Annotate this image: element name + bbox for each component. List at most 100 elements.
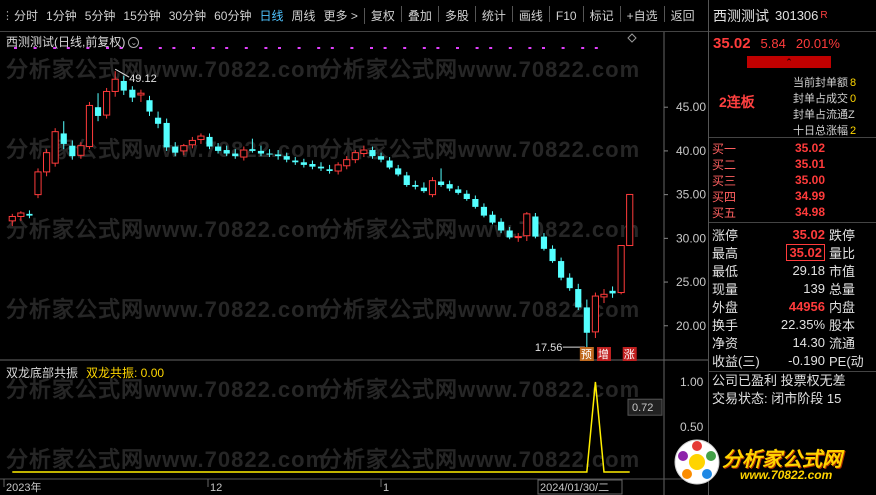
- candle-body: [8, 215, 16, 222]
- candle-body: [85, 104, 94, 148]
- company-notes: 公司已盈利 投票权无差 交易状态: 闭市阶段 15: [709, 372, 876, 408]
- stat-label-2: 总量: [829, 281, 856, 297]
- collapse-icon[interactable]: ⌄: [128, 37, 140, 49]
- stat-value-cell: 139: [747, 281, 825, 296]
- bid-row[interactable]: 买四 34.99: [709, 188, 876, 204]
- candle-body: [163, 122, 170, 148]
- price-change: 5.84: [760, 35, 786, 51]
- stat-row: 外盘 44956 内盘: [709, 297, 876, 315]
- top-marker-dot: [456, 47, 459, 49]
- candle-body: [463, 193, 470, 199]
- period-tab[interactable]: 周线: [287, 6, 319, 26]
- stat-label-2: 量比: [829, 245, 856, 261]
- candle-body: [489, 214, 496, 223]
- period-tab[interactable]: 5分钟: [81, 6, 120, 26]
- period-tab[interactable]: 1分钟: [42, 6, 81, 26]
- stat-label: 现量: [712, 281, 739, 297]
- seal-row-value: 2: [850, 125, 857, 137]
- indicator-value: 双龙共振: 0.00: [86, 366, 165, 380]
- stat-value-cell: 35.02: [747, 243, 825, 261]
- y-axis-label: 35.00: [676, 188, 706, 202]
- top-marker-dot: [278, 47, 281, 49]
- top-marker-dot: [561, 47, 565, 49]
- last-price: 35.02: [713, 34, 751, 52]
- toolbar-divider: [511, 5, 513, 22]
- bid-label: 买五: [712, 205, 737, 220]
- candle-body: [43, 152, 51, 173]
- top-marker-dot: [330, 47, 334, 49]
- top-marker-dot: [172, 47, 176, 49]
- tool-button[interactable]: 画线: [515, 6, 547, 26]
- tool-button[interactable]: F10: [552, 6, 581, 26]
- period-tab[interactable]: 15分钟: [119, 6, 164, 26]
- tool-button[interactable]: 返回: [667, 6, 699, 26]
- top-marker-dot: [297, 47, 301, 49]
- price-change-pct: 20.01%: [795, 35, 840, 51]
- bid-price: 34.99: [794, 189, 825, 203]
- candle-body: [249, 149, 256, 151]
- stock-code: 301306: [775, 8, 819, 23]
- bid-row[interactable]: 买五 34.98: [709, 204, 876, 220]
- stat-label-2: 股本: [829, 317, 856, 333]
- candle-body: [69, 145, 76, 157]
- stat-value: -0.190: [788, 352, 825, 368]
- candle-body: [240, 149, 248, 158]
- chart-title-text: 西测测试(日线,前复权): [6, 35, 126, 49]
- limit-streak: 2连板: [719, 94, 755, 110]
- high-label: 49.12: [129, 73, 157, 85]
- period-tab[interactable]: 更多 >: [320, 6, 362, 26]
- candle-body: [197, 135, 205, 141]
- candle-body: [412, 185, 419, 187]
- period-tab[interactable]: 分时: [10, 6, 42, 26]
- candle-body: [591, 295, 599, 333]
- stat-row: 换手 22.35% 股本: [709, 315, 876, 333]
- tool-button[interactable]: +自选: [623, 6, 662, 26]
- candle-body: [154, 117, 162, 124]
- period-tab[interactable]: 60分钟: [210, 6, 255, 26]
- candle-body: [172, 146, 179, 153]
- bid-row[interactable]: 买三 35.00: [709, 172, 876, 188]
- candle-body: [428, 180, 437, 196]
- top-marker-dot: [436, 47, 440, 49]
- stat-value-cell: 35.02: [747, 227, 825, 242]
- indicator-title: 双龙底部共振 双龙共振: 0.00: [6, 364, 164, 381]
- stat-label-2: 跌停: [829, 227, 856, 243]
- tool-button[interactable]: 标记: [586, 6, 618, 26]
- top-marker-dot: [244, 47, 248, 49]
- stat-value-cell: 29.18: [747, 263, 825, 278]
- expand-bar-icon[interactable]: ⌃: [747, 56, 831, 68]
- candle-body: [558, 261, 565, 278]
- kline-chart-area[interactable]: 分析家公式网www.70822.com 分析家公式网www.70822.com 分析…: [0, 32, 708, 495]
- candle-body: [549, 248, 556, 262]
- period-tab[interactable]: 30分钟: [165, 6, 210, 26]
- stat-row: 净资 14.30 流通: [709, 333, 876, 351]
- note-line: 公司已盈利 投票权无差: [712, 373, 846, 388]
- tool-button[interactable]: 复权: [367, 6, 399, 26]
- indicator-name: 双龙底部共振: [6, 366, 79, 380]
- candle-body: [223, 150, 230, 154]
- toolbar-divider: [400, 5, 402, 22]
- stat-row: 现量 139 总量: [709, 279, 876, 297]
- kline-chart-svg[interactable]: 45.00 40.00 35.00 30.00 25.00 20.00 49.12 17.56…: [0, 32, 708, 495]
- bid-row[interactable]: 买一 35.02: [709, 140, 876, 156]
- candle-body: [77, 145, 85, 156]
- candle-body: [34, 171, 42, 196]
- top-marker-dot: [158, 47, 162, 49]
- indicator-marker-label: 0.72: [632, 402, 653, 414]
- tool-button[interactable]: 叠加: [404, 6, 436, 26]
- bid-row[interactable]: 买二 35.01: [709, 156, 876, 172]
- candle-body: [111, 78, 119, 92]
- stat-value: 35.02: [786, 243, 825, 261]
- settings-icon[interactable]: ⋮: [2, 9, 13, 22]
- top-marker-dot: [403, 47, 407, 49]
- candle-body: [146, 100, 153, 112]
- candle-body: [566, 277, 573, 289]
- period-tab[interactable]: 日线: [255, 6, 287, 26]
- tool-button[interactable]: 统计: [478, 6, 510, 26]
- r-badge: R: [820, 10, 828, 21]
- candle-body: [188, 139, 196, 146]
- toolbar-divider: [474, 5, 476, 22]
- candle-body: [215, 146, 222, 151]
- tool-button[interactable]: 多股: [441, 6, 473, 26]
- candle-body: [137, 92, 145, 96]
